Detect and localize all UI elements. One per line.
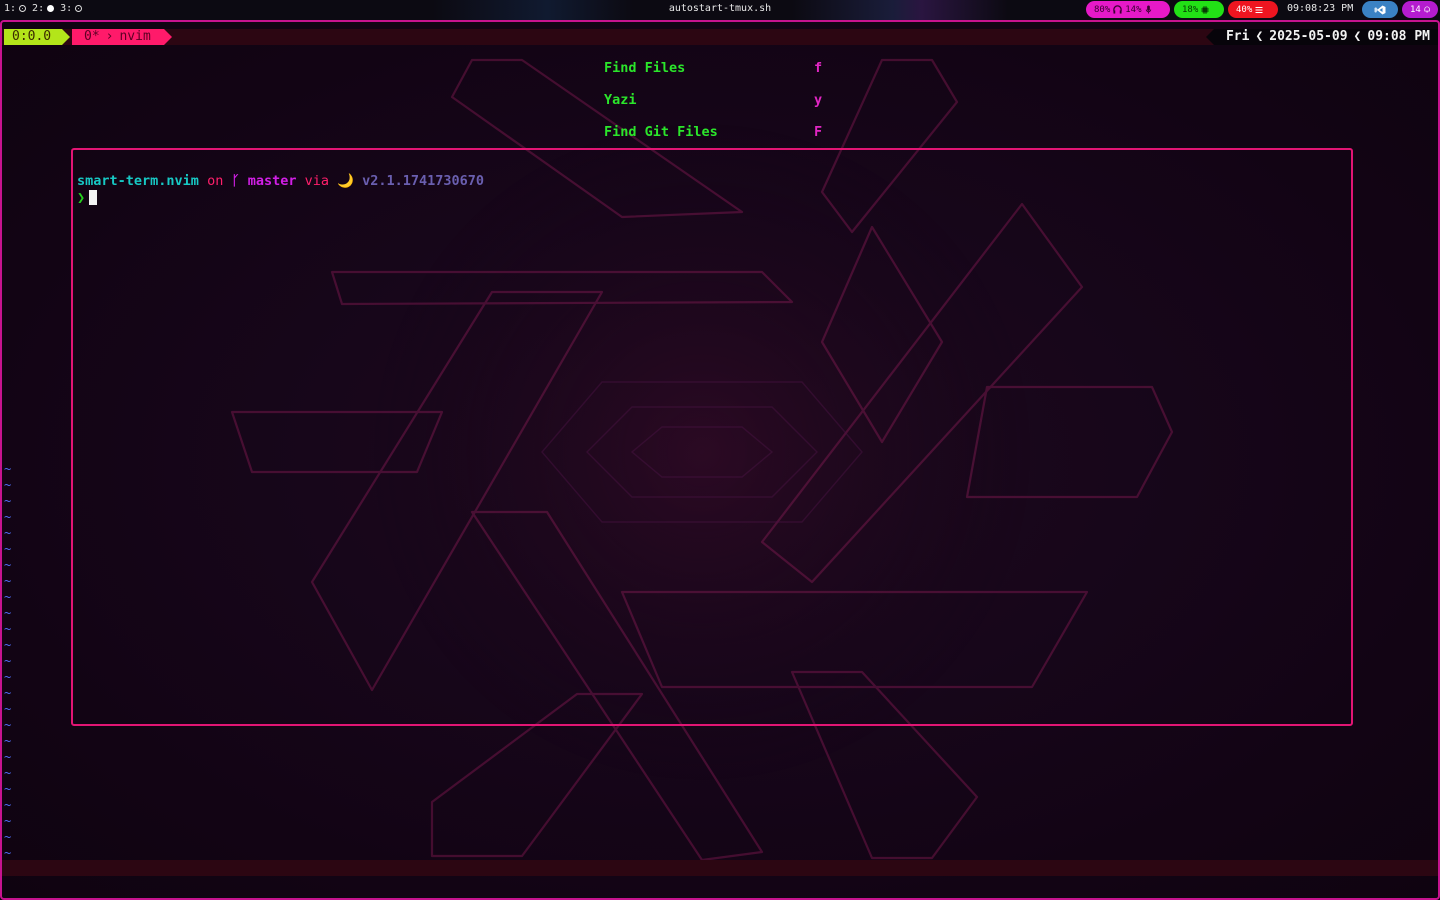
powerline-chevron-icon: › bbox=[105, 29, 114, 44]
window-title: autostart-tmux.sh bbox=[668, 3, 772, 14]
clock[interactable]: 09:08:23 PM bbox=[1287, 3, 1353, 14]
vim-tilde-line: ~ bbox=[4, 574, 12, 588]
vim-tilde-line: ~ bbox=[4, 750, 12, 764]
dashboard-item-label: Find Files bbox=[604, 60, 686, 76]
nvim-statusline bbox=[2, 860, 1438, 876]
vim-tilde-line: ~ bbox=[4, 830, 12, 844]
memory-value: 40% bbox=[1236, 4, 1253, 15]
notification-count: 14 bbox=[1410, 4, 1421, 15]
tmux-day: Fri bbox=[1225, 29, 1250, 44]
git-branch-icon: ᚴ bbox=[231, 173, 240, 189]
tmux-datetime: Fri ❮ 2025-05-09 ❮ 09:08 PM bbox=[1205, 29, 1438, 45]
vim-empty-lines: ~~~~~~~~~~~~~~~~~~~~~~~~~~ bbox=[4, 461, 24, 877]
cpu-widget[interactable]: 18% bbox=[1174, 1, 1224, 18]
prompt-char: ❯ bbox=[77, 190, 86, 206]
vim-tilde-line: ~ bbox=[4, 638, 12, 652]
audio-widget[interactable]: 80% 14% bbox=[1086, 1, 1170, 18]
vim-tilde-line: ~ bbox=[4, 702, 12, 716]
vim-tilde-line: ~ bbox=[4, 718, 12, 732]
vim-tilde-line: ~ bbox=[4, 526, 12, 540]
chevron-left-icon: ❮ bbox=[1353, 29, 1362, 44]
prompt-branch: master bbox=[247, 173, 297, 189]
vim-tilde-line: ~ bbox=[4, 686, 12, 700]
dashboard-item-label: Find Git Files bbox=[604, 124, 718, 140]
tmux-window-name: nvim bbox=[119, 29, 151, 44]
headphones-icon bbox=[1113, 5, 1122, 14]
powerline-separator bbox=[164, 29, 172, 45]
cpu-chip-icon bbox=[1201, 5, 1210, 14]
dashboard-item-key: F bbox=[814, 124, 823, 140]
vim-tilde-line: ~ bbox=[4, 814, 12, 828]
vim-tilde-line: ~ bbox=[4, 478, 12, 492]
vim-tilde-line: ~ bbox=[4, 558, 12, 572]
prompt-version: v2.1.1741730670 bbox=[362, 173, 485, 189]
vim-tilde-line: ~ bbox=[4, 670, 12, 684]
tmux-date: 2025-05-09 bbox=[1269, 29, 1348, 44]
bell-icon bbox=[1424, 6, 1430, 13]
terminal-window[interactable]: 0:0.0 0* › nvim Fri ❮ 2025-05-09 ❮ 09:08 P… bbox=[0, 20, 1440, 900]
cpu-value: 18% bbox=[1182, 4, 1199, 15]
tmux-window-tab[interactable]: 0* › nvim bbox=[72, 29, 164, 45]
vim-tilde-line: ~ bbox=[4, 798, 12, 812]
powerline-separator bbox=[62, 29, 70, 45]
powerline-separator bbox=[1205, 29, 1214, 45]
vscode-icon[interactable] bbox=[1374, 5, 1386, 15]
vim-tilde-line: ~ bbox=[4, 782, 12, 796]
dashboard-item-key: y bbox=[814, 92, 823, 108]
prompt-via: via bbox=[304, 173, 330, 189]
microphone-icon bbox=[1145, 5, 1151, 14]
dashboard-item-key: f bbox=[814, 60, 823, 76]
chevron-left-icon: ❮ bbox=[1255, 29, 1264, 44]
prompt-on: on bbox=[207, 173, 224, 189]
tmux-status-bar: 0:0.0 0* › nvim Fri ❮ 2025-05-09 ❮ 09:08 P… bbox=[2, 29, 1438, 45]
tmux-session[interactable]: 0:0.0 bbox=[4, 29, 62, 45]
vim-tilde-line: ~ bbox=[4, 734, 12, 748]
lua-moon-icon: 🌙 bbox=[337, 173, 354, 189]
dashboard-item-label: Yazi bbox=[604, 92, 637, 108]
tmux-time: 09:08 PM bbox=[1367, 29, 1430, 44]
vim-tilde-line: ~ bbox=[4, 606, 12, 620]
tmux-window-index: 0* bbox=[84, 29, 100, 44]
shell-prompt-line: smart-term.nvim on ᚴ master via 🌙 v2.1.1… bbox=[77, 173, 484, 189]
vim-tilde-line: ~ bbox=[4, 766, 12, 780]
tray-widget[interactable] bbox=[1362, 1, 1398, 18]
mic-value: 14% bbox=[1125, 4, 1142, 15]
floating-terminal[interactable]: smart-term.nvim on ᚴ master via 🌙 v2.1.1… bbox=[71, 148, 1353, 726]
notification-widget[interactable]: 14 bbox=[1402, 1, 1438, 18]
memory-icon bbox=[1255, 6, 1263, 13]
vim-tilde-line: ~ bbox=[4, 510, 12, 524]
vim-tilde-line: ~ bbox=[4, 494, 12, 508]
vim-tilde-line: ~ bbox=[4, 846, 12, 860]
vim-tilde-line: ~ bbox=[4, 462, 12, 476]
top-bar: 1: 2: 3: autostart-tmux.sh 80% 14% 18% 4… bbox=[0, 0, 1440, 20]
text-cursor bbox=[89, 190, 98, 205]
vim-tilde-line: ~ bbox=[4, 622, 12, 636]
vim-tilde-line: ~ bbox=[4, 654, 12, 668]
prompt-directory: smart-term.nvim bbox=[77, 173, 199, 189]
volume-value: 80% bbox=[1094, 4, 1111, 15]
memory-widget[interactable]: 40% bbox=[1228, 1, 1278, 18]
vim-tilde-line: ~ bbox=[4, 590, 12, 604]
vim-tilde-line: ~ bbox=[4, 542, 12, 556]
shell-input-line[interactable]: ❯ bbox=[77, 190, 98, 206]
